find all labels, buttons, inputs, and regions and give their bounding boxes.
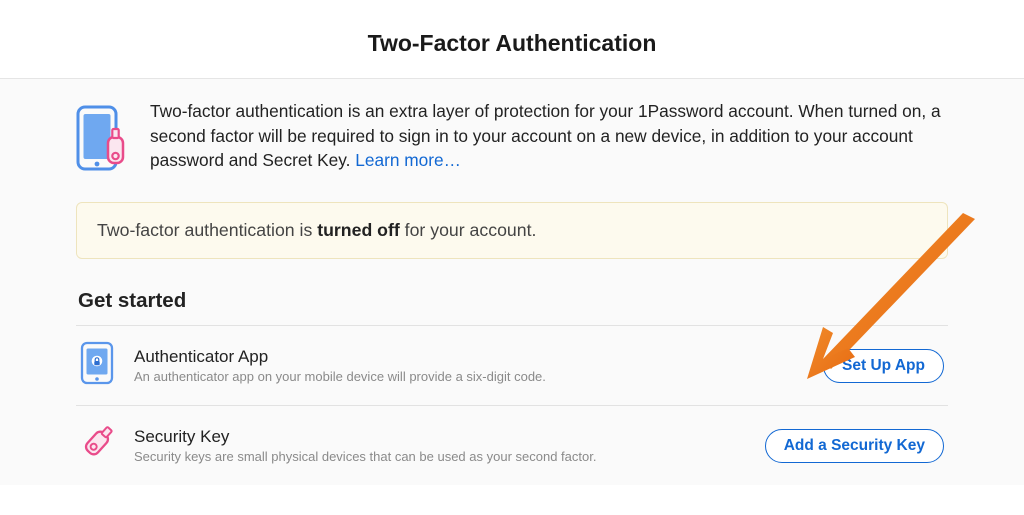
option-security-key: Security Key Security keys are small phy…: [76, 405, 948, 485]
option-desc: Security keys are small physical devices…: [134, 449, 765, 464]
status-prefix: Two-factor authentication is: [97, 220, 317, 240]
set-up-app-button[interactable]: Set Up App: [823, 349, 944, 383]
option-authenticator-app: Authenticator App An authenticator app o…: [76, 325, 948, 405]
status-banner: Two-factor authentication is turned off …: [76, 202, 948, 259]
page-header: Two-Factor Authentication: [0, 0, 1024, 79]
option-title: Security Key: [134, 427, 765, 447]
section-title: Get started: [78, 289, 948, 313]
learn-more-link[interactable]: Learn more…: [355, 150, 461, 170]
option-desc: An authenticator app on your mobile devi…: [134, 369, 823, 384]
status-state: turned off: [317, 220, 400, 240]
intro-copy: Two-factor authentication is an extra la…: [150, 101, 941, 170]
intro-block: Two-factor authentication is an extra la…: [76, 99, 948, 178]
content-area: Two-factor authentication is an extra la…: [0, 79, 1024, 485]
two-factor-devices-icon: [76, 99, 128, 178]
security-key-icon: [80, 421, 116, 470]
page-title: Two-Factor Authentication: [0, 0, 1024, 57]
add-security-key-button[interactable]: Add a Security Key: [765, 429, 944, 463]
option-title: Authenticator App: [134, 347, 823, 367]
intro-text: Two-factor authentication is an extra la…: [150, 99, 948, 178]
option-text: Authenticator App An authenticator app o…: [134, 347, 823, 385]
option-text: Security Key Security keys are small phy…: [134, 427, 765, 465]
authenticator-app-icon: [80, 341, 116, 390]
status-suffix: for your account.: [400, 220, 537, 240]
